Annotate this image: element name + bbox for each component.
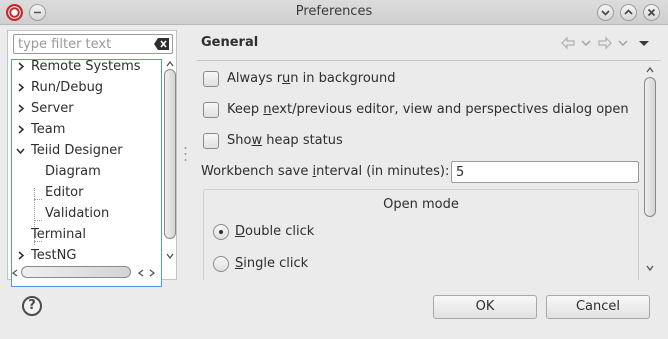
open-mode-group: Open mode Double click Single click xyxy=(203,189,639,280)
tree-item-label: TestNG xyxy=(31,248,77,263)
tree-item-label: Terminal xyxy=(31,227,86,242)
expand-arrow-icon[interactable] xyxy=(16,251,25,260)
general-settings: Always run in background Keep next/previ… xyxy=(197,62,645,280)
forward-icon[interactable] xyxy=(598,36,612,50)
filter-field[interactable] xyxy=(13,34,173,54)
clear-filter-icon[interactable] xyxy=(154,38,169,50)
checkbox-box[interactable] xyxy=(203,71,219,87)
tree-item-label: Teiid Designer xyxy=(31,143,123,158)
expand-arrow-icon[interactable] xyxy=(16,62,25,71)
tree-item-remote-systems[interactable]: Remote Systems xyxy=(12,59,161,77)
scroll-down-icon[interactable] xyxy=(166,253,174,259)
expand-arrow-icon[interactable] xyxy=(16,83,25,92)
help-button[interactable]: ? xyxy=(22,296,42,316)
radio-button[interactable] xyxy=(213,256,229,272)
title-bar[interactable]: Preferences xyxy=(0,0,668,25)
title-separator xyxy=(197,60,661,61)
scroll-right-icon[interactable] xyxy=(149,269,155,277)
keep-next-previous-label: Keep next/previous editor, view and pers… xyxy=(227,102,629,117)
tree-scroll-thumb[interactable] xyxy=(164,69,176,239)
close-icon[interactable] xyxy=(643,4,660,21)
tree-horizontal-scrollbar[interactable] xyxy=(11,265,163,279)
tree-item-label: Diagram xyxy=(45,164,101,179)
tree-hscroll-thumb[interactable] xyxy=(21,266,131,278)
ok-button[interactable]: OK xyxy=(433,295,537,319)
maximize-icon[interactable] xyxy=(620,4,637,21)
scroll-down-icon[interactable] xyxy=(646,265,654,271)
page-vertical-scrollbar[interactable] xyxy=(643,65,657,277)
pane-sash[interactable] xyxy=(183,30,188,280)
always-run-in-background-label: Always run in background xyxy=(227,71,396,86)
tree-item-editor[interactable]: Editor xyxy=(12,182,161,203)
save-interval-input[interactable] xyxy=(451,161,639,183)
double-click-label: Double click xyxy=(235,224,315,239)
view-menu-icon[interactable] xyxy=(637,36,651,50)
single-click-label: Single click xyxy=(235,256,309,271)
preference-navigator: Remote Systems Run/Debug Server Team Tei… xyxy=(7,30,177,287)
tree-item-label: Run/Debug xyxy=(31,80,104,95)
checkbox-box[interactable] xyxy=(203,102,219,118)
expand-arrow-icon[interactable] xyxy=(16,125,25,134)
tree-item-diagram[interactable]: Diagram xyxy=(12,161,161,182)
tree-item-team[interactable]: Team xyxy=(12,119,161,140)
scroll-left-icon[interactable] xyxy=(12,269,18,277)
minimize-icon[interactable] xyxy=(597,4,614,21)
checkbox-box[interactable] xyxy=(203,133,219,149)
tree-item-validation[interactable]: Validation xyxy=(12,203,161,224)
back-icon[interactable] xyxy=(561,36,575,50)
scroll-up-icon[interactable] xyxy=(646,67,654,73)
collapse-arrow-icon[interactable] xyxy=(16,146,25,155)
forward-menu-icon[interactable] xyxy=(616,36,630,50)
window-title: Preferences xyxy=(295,4,373,19)
back-menu-icon[interactable] xyxy=(579,36,593,50)
radio-button[interactable] xyxy=(213,224,229,240)
open-mode-title: Open mode xyxy=(383,197,459,212)
scroll-left-icon[interactable] xyxy=(138,269,144,277)
cancel-button[interactable]: Cancel xyxy=(546,295,650,319)
tree-vertical-scrollbar[interactable] xyxy=(163,59,177,267)
page-title: General xyxy=(201,35,259,50)
tree-item-label: Editor xyxy=(45,185,84,200)
save-interval-label: Workbench save interval (in minutes): xyxy=(201,164,450,179)
tree-item-label: Team xyxy=(31,122,66,137)
tree-item-server[interactable]: Server xyxy=(12,98,161,119)
tree-item-label: Remote Systems xyxy=(31,59,141,74)
tree-item-terminal[interactable]: Terminal xyxy=(12,224,161,245)
page-scroll-thumb[interactable] xyxy=(644,77,656,217)
tree-item-teiid-designer[interactable]: Teiid Designer xyxy=(12,140,161,161)
tree-item-testng[interactable]: TestNG xyxy=(12,245,161,266)
preference-page: General Always run in background Keep ne… xyxy=(189,30,661,280)
tree-item-label: Validation xyxy=(45,206,110,221)
tree-item-run-debug[interactable]: Run/Debug xyxy=(12,77,161,98)
tree-item-label: Server xyxy=(31,101,74,116)
show-heap-status-label: Show heap status xyxy=(227,133,343,148)
scroll-up-icon[interactable] xyxy=(166,61,174,67)
filter-input[interactable] xyxy=(14,35,152,53)
expand-arrow-icon[interactable] xyxy=(16,104,25,113)
preference-tree[interactable]: Remote Systems Run/Debug Server Team Tei… xyxy=(11,59,162,287)
